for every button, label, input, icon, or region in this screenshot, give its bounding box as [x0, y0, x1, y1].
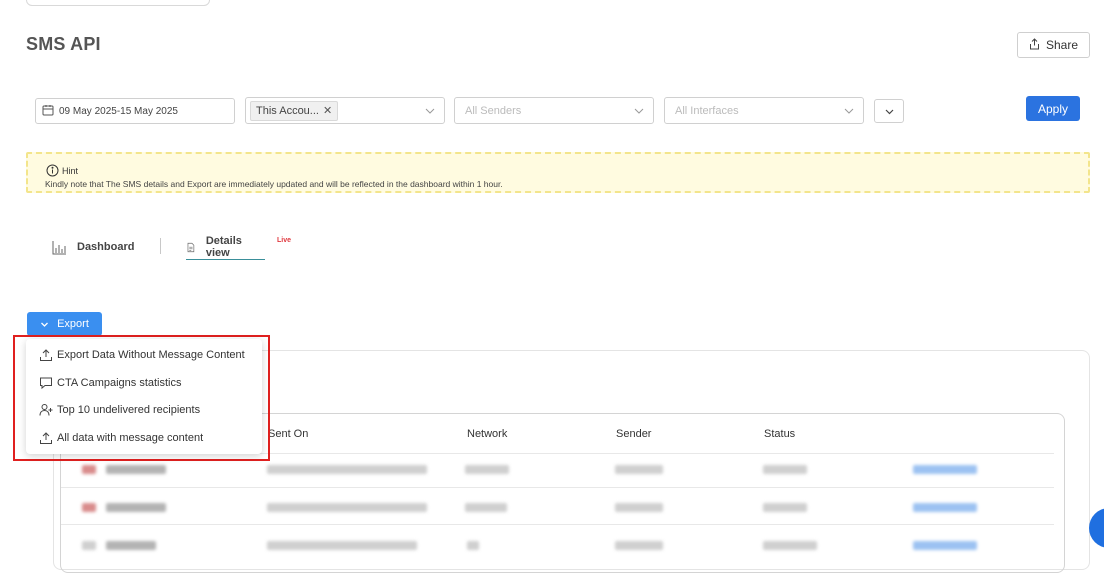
redacted-cell [106, 465, 166, 474]
account-tag-label: This Accou... [256, 104, 319, 117]
redacted-cell [615, 503, 663, 512]
hint-text: Kindly note that The SMS details and Exp… [45, 179, 503, 189]
redacted-link[interactable] [913, 465, 977, 474]
hint-title: Hint [46, 164, 78, 177]
menu-item-cta-campaigns[interactable]: CTA Campaigns statistics [39, 375, 182, 391]
menu-item-label: CTA Campaigns statistics [57, 377, 182, 389]
hint-banner: Hint Kindly note that The SMS details an… [26, 152, 1090, 193]
menu-item-top-undelivered[interactable]: Top 10 undelivered recipients [39, 402, 200, 418]
chevron-down-icon [634, 108, 644, 114]
menu-item-label: Export Data Without Message Content [57, 349, 245, 361]
redacted-cell [763, 465, 807, 474]
column-header-sent-on[interactable]: Sent On [268, 428, 308, 440]
tab-divider [160, 238, 161, 254]
redacted-cell [467, 541, 479, 550]
redacted-cell [465, 465, 509, 474]
date-range-picker[interactable]: 09 May 2025-15 May 2025 [35, 98, 235, 124]
senders-placeholder: All Senders [465, 104, 522, 117]
column-header-network[interactable]: Network [467, 428, 507, 440]
column-header-sender[interactable]: Sender [616, 428, 651, 440]
tab-details-view[interactable]: Details view Live [186, 235, 291, 260]
top-input-remnant [26, 0, 210, 6]
redacted-cell [763, 541, 817, 550]
page-title: SMS API [26, 34, 101, 54]
tab-dashboard[interactable]: Dashboard [52, 236, 134, 258]
chevron-down-icon [425, 108, 435, 114]
document-icon [187, 242, 195, 252]
tab-dashboard-label: Dashboard [77, 241, 135, 253]
hint-title-text: Hint [62, 165, 79, 176]
flag-icon [82, 541, 96, 550]
close-icon[interactable]: ✕ [323, 104, 332, 117]
menu-item-export-without-content[interactable]: Export Data Without Message Content [39, 347, 245, 363]
redacted-link[interactable] [913, 503, 977, 512]
redacted-cell [267, 541, 417, 550]
live-badge: Live [277, 237, 292, 244]
interfaces-placeholder: All Interfaces [675, 104, 739, 117]
active-tab-indicator [186, 259, 265, 260]
date-range-value: 09 May 2025-15 May 2025 [59, 105, 178, 117]
redacted-cell [106, 503, 166, 512]
senders-select[interactable]: All Senders [454, 97, 654, 124]
menu-item-all-data[interactable]: All data with message content [39, 430, 203, 446]
menu-item-label: All data with message content [57, 432, 204, 444]
menu-item-label: Top 10 undelivered recipients [57, 404, 201, 416]
row-divider [61, 487, 1054, 488]
accounts-select[interactable]: This Accou... ✕ [245, 97, 445, 124]
share-button[interactable]: Share [1017, 32, 1090, 58]
export-menu: Export Data Without Message Content CTA … [26, 339, 262, 454]
upload-icon [40, 349, 52, 361]
row-divider [61, 524, 1054, 525]
redacted-cell [615, 541, 663, 550]
redacted-cell [267, 465, 427, 474]
chevron-down-icon [885, 109, 893, 114]
bar-chart-icon [52, 240, 66, 254]
tab-details-label: Details view [205, 235, 242, 259]
flag-icon [82, 503, 96, 512]
interfaces-select[interactable]: All Interfaces [664, 97, 864, 124]
flag-icon [82, 465, 96, 474]
calendar-icon [42, 104, 54, 119]
info-icon [46, 164, 59, 177]
upload-icon [40, 432, 52, 444]
redacted-link[interactable] [913, 541, 977, 550]
chevron-down-icon [844, 108, 854, 114]
column-header-status[interactable]: Status [764, 428, 795, 440]
help-chat-button[interactable] [1089, 508, 1104, 548]
redacted-cell [465, 503, 507, 512]
apply-button[interactable]: Apply [1026, 96, 1080, 121]
share-label: Share [1045, 38, 1079, 52]
account-tag: This Accou... ✕ [250, 100, 339, 121]
share-icon [1029, 37, 1040, 53]
export-button[interactable]: Export [27, 312, 102, 336]
redacted-cell [267, 503, 427, 512]
redacted-cell [763, 503, 807, 512]
export-label: Export [57, 318, 89, 330]
redacted-cell [615, 465, 663, 474]
chevron-down-icon [41, 322, 49, 327]
chat-icon [40, 377, 52, 390]
more-filters-button[interactable] [874, 99, 904, 123]
user-plus-icon [39, 404, 53, 416]
redacted-cell [106, 541, 156, 550]
